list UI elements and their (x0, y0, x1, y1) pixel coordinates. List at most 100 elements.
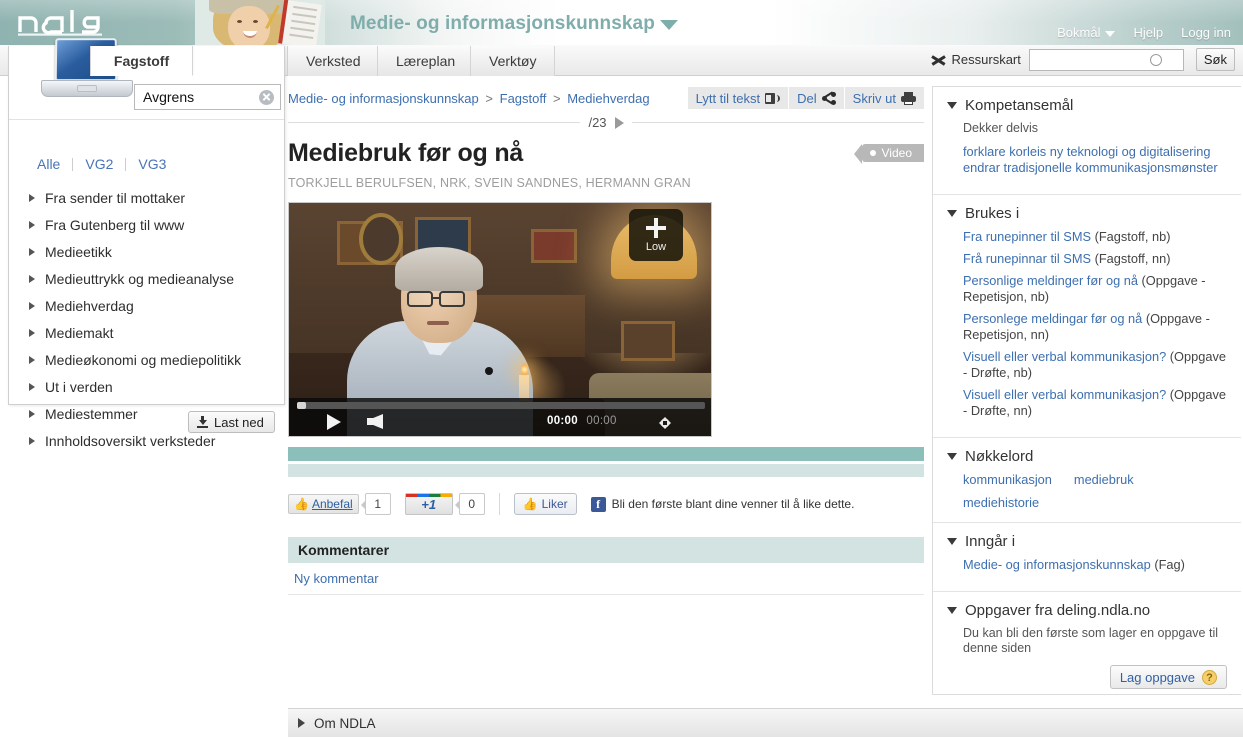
create-task-button[interactable]: Lag oppgave ? (1109, 665, 1227, 689)
chevron-right-icon (29, 328, 35, 337)
nav-item-medieuttrykk-og-medieanalyse[interactable]: Medieuttrykk og medieanalyse (9, 265, 284, 292)
video-progress-bar[interactable] (297, 402, 705, 409)
nav-item-mediemakt[interactable]: Mediemakt (9, 319, 284, 346)
used-in-link[interactable]: Personlige meldinger før og nå (Oppgave … (963, 273, 1227, 305)
quality-label: Low (645, 241, 667, 253)
page-navigation: /23 (288, 115, 925, 130)
level-vg3[interactable]: VG3 (126, 157, 178, 171)
nav-item-medieetikk[interactable]: Medieetikk (9, 238, 284, 265)
nav-item-fra-sender-til-mottaker[interactable]: Fra sender til mottaker (9, 184, 284, 211)
gplus-count: 0 (454, 493, 485, 515)
competence-goal-link[interactable]: forklare korleis ny teknologi og digital… (963, 144, 1227, 176)
facebook-like-button[interactable]: 👍 Liker (513, 493, 577, 515)
resource-map-icon (930, 53, 946, 67)
chevron-right-icon (29, 382, 35, 391)
section-brukes-i: Brukes i Fra runepinner til SMS (Fagstof… (933, 195, 1241, 438)
level-alle[interactable]: Alle (37, 157, 74, 171)
print-icon (901, 91, 916, 105)
filter-input[interactable] (141, 86, 259, 108)
tab-verktoy[interactable]: Verktøy (470, 46, 556, 76)
section-header-brukes-i[interactable]: Brukes i (947, 205, 1227, 222)
section-kompetansemal: Kompetansemål Dekker delvis forklare kor… (933, 87, 1241, 195)
next-page-icon[interactable] (614, 116, 624, 129)
used-in-link[interactable]: Fra runepinner til SMS (Fagstoff, nb) (963, 229, 1227, 245)
section-nokkelord: Nøkkelord kommunikasjon mediebruk medieh… (933, 438, 1241, 523)
keyword-tag[interactable]: mediebruk (1074, 472, 1134, 487)
clear-icon[interactable] (259, 89, 274, 105)
print-button[interactable]: Skriv ut (844, 87, 924, 109)
chevron-right-icon (29, 193, 35, 202)
facebook-icon: f (590, 496, 606, 512)
video-player[interactable]: Low 00:00 00:00 (288, 202, 712, 437)
level-filter: Alle VG2 VG3 (37, 157, 178, 171)
login-link[interactable]: Logg inn (1181, 25, 1231, 40)
divider (288, 122, 581, 123)
nav-item-ut-i-verden[interactable]: Ut i verden (9, 373, 284, 400)
nav-item-fra-gutenberg-til-www[interactable]: Fra Gutenberg til www (9, 211, 284, 238)
filter-search-box[interactable] (134, 84, 281, 110)
tab-verksted[interactable]: Verksted (287, 46, 380, 76)
video-quality-button[interactable]: Low (629, 209, 683, 261)
search-icon (1149, 53, 1162, 66)
comments-heading: Kommentarer (288, 537, 924, 563)
footer-om-ndla[interactable]: Om NDLA (288, 708, 1243, 737)
fullscreen-icon[interactable] (657, 415, 673, 431)
chevron-right-icon (29, 247, 35, 256)
listen-to-text-button[interactable]: Lytt til tekst (687, 87, 790, 109)
video-time: 00:00 00:00 (547, 415, 617, 427)
chevron-down-icon (947, 102, 957, 109)
ndla-logo[interactable] (16, 8, 120, 36)
keyword-tag[interactable]: kommunikasjon (963, 472, 1052, 487)
left-panel: Alle VG2 VG3 Fra sender til mottaker Fra… (8, 38, 285, 449)
google-colors-icon (405, 494, 452, 497)
section-header-nokkelord[interactable]: Nøkkelord (947, 448, 1227, 465)
site-banner: Medie- og informasjonskunnskap Bokmål Hj… (0, 0, 1243, 45)
progress-handle[interactable] (297, 402, 306, 409)
recommend-button[interactable]: 👍 Anbefal (288, 494, 359, 514)
resource-map-button[interactable]: Ressurskart (930, 52, 1021, 67)
level-vg2[interactable]: VG2 (73, 157, 127, 171)
mute-icon[interactable] (367, 414, 383, 429)
used-in-link[interactable]: Visuell eller verbal kommunikasjon? (Opp… (963, 349, 1227, 381)
chevron-right-icon (29, 274, 35, 283)
byline: TORKJELL BERULFSEN, NRK, SVEIN SANDNES, … (288, 176, 691, 190)
chevron-down-icon (947, 538, 957, 545)
content-type-badge: Video (853, 144, 924, 164)
breadcrumb-item-2[interactable]: Mediehverdag (567, 91, 649, 106)
task-empty-note: Du kan bli den første som lager en oppga… (963, 626, 1218, 655)
breadcrumb-item-0[interactable]: Medie- og informasjonskunnskap (288, 91, 479, 106)
keyword-list: kommunikasjon mediebruk mediehistorie (963, 472, 1227, 510)
download-button[interactable]: Last ned (188, 411, 275, 433)
video-controls: 00:00 00:00 (289, 398, 711, 436)
keyword-tag[interactable]: mediehistorie (963, 495, 1039, 510)
section-header-oppgaver[interactable]: Oppgaver fra deling.ndla.no (947, 602, 1227, 619)
help-icon[interactable]: ? (1202, 669, 1217, 685)
comments-body: Ny kommentar (288, 563, 924, 595)
language-selector[interactable]: Bokmål (1057, 25, 1116, 40)
play-button[interactable] (327, 414, 341, 430)
chevron-down-icon (947, 607, 957, 614)
search-button[interactable]: Søk (1195, 48, 1235, 71)
breadcrumb-separator: > (552, 90, 561, 106)
share-icon (821, 90, 836, 105)
google-plus-one-button[interactable]: +1 (404, 493, 453, 515)
part-of-link[interactable]: Medie- og informasjonskunnskap (Fag) (963, 557, 1227, 573)
tab-fagstoff[interactable]: Fagstoff (90, 46, 193, 76)
download-icon (197, 416, 208, 428)
chevron-right-icon (29, 220, 35, 229)
nav-item-medieokonomi-og-mediepolitikk[interactable]: Medieøkonomi og mediepolitikk (9, 346, 284, 373)
section-inngar-i: Inngår i Medie- og informasjonskunnskap … (933, 523, 1241, 592)
help-link[interactable]: Hjelp (1133, 25, 1163, 40)
section-header-kompetansemal[interactable]: Kompetansemål (947, 97, 1227, 114)
banner-photo (195, 0, 325, 45)
new-comment-link[interactable]: Ny kommentar (294, 571, 379, 586)
subject-dropdown-caret-icon[interactable] (660, 20, 678, 30)
section-header-inngar-i[interactable]: Inngår i (947, 533, 1227, 550)
nav-item-mediehverdag[interactable]: Mediehverdag (9, 292, 284, 319)
share-button[interactable]: Del (789, 87, 845, 109)
used-in-link[interactable]: Personlege meldingar før og nå (Oppgave … (963, 311, 1227, 343)
used-in-link[interactable]: Frå runepinnar til SMS (Fagstoff, nn) (963, 251, 1227, 267)
tab-laereplan[interactable]: Læreplan (377, 46, 475, 76)
breadcrumb-item-1[interactable]: Fagstoff (500, 91, 547, 106)
used-in-link[interactable]: Visuell eller verbal kommunikasjon? (Opp… (963, 387, 1227, 419)
